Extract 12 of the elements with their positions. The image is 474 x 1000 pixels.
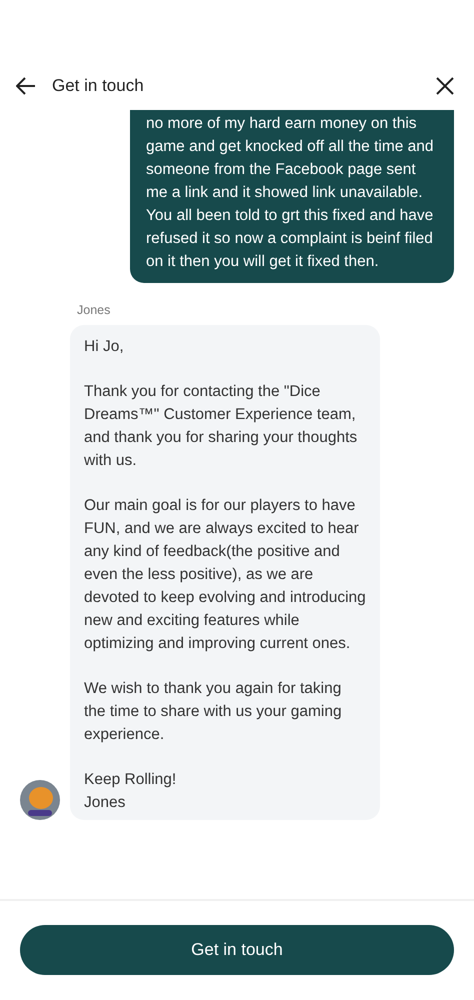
header-title: Get in touch <box>52 76 145 96</box>
message-paragraph: Our main goal is for our players to have FUN, and we are always excited to hear any kind of feedback(the positive and even the less positive), as we are devoted to keep evolving and introducing new and exciting features while optimizing and improving current ones. <box>84 496 366 654</box>
message-paragraph: Thank you for contacting the "Dice Dreams™" Customer Experience team, and thank you for sharing your thoughts with us. <box>84 382 358 471</box>
message-paragraph: We wish to thank you again for taking the time to share with us your gaming experience. <box>84 679 343 745</box>
avatar-icon <box>20 780 60 820</box>
message-paragraph: Keep Rolling! Jones <box>84 770 178 813</box>
sender-name: Jones <box>77 303 112 317</box>
sent-message: no more of my hard earn money on this game and get knocked off all the time and someone from the Facebook page sent me a link and it showed link unavailable. You all been told to grt this fixed and have refused it so now a complaint is beinf filed on it then you will get it fixed then. <box>130 110 454 283</box>
get-in-touch-button[interactable]: Get in touch <box>20 925 454 975</box>
back-icon[interactable] <box>16 77 36 95</box>
close-icon[interactable] <box>436 77 454 95</box>
message-paragraph: Hi Jo, <box>84 337 125 357</box>
